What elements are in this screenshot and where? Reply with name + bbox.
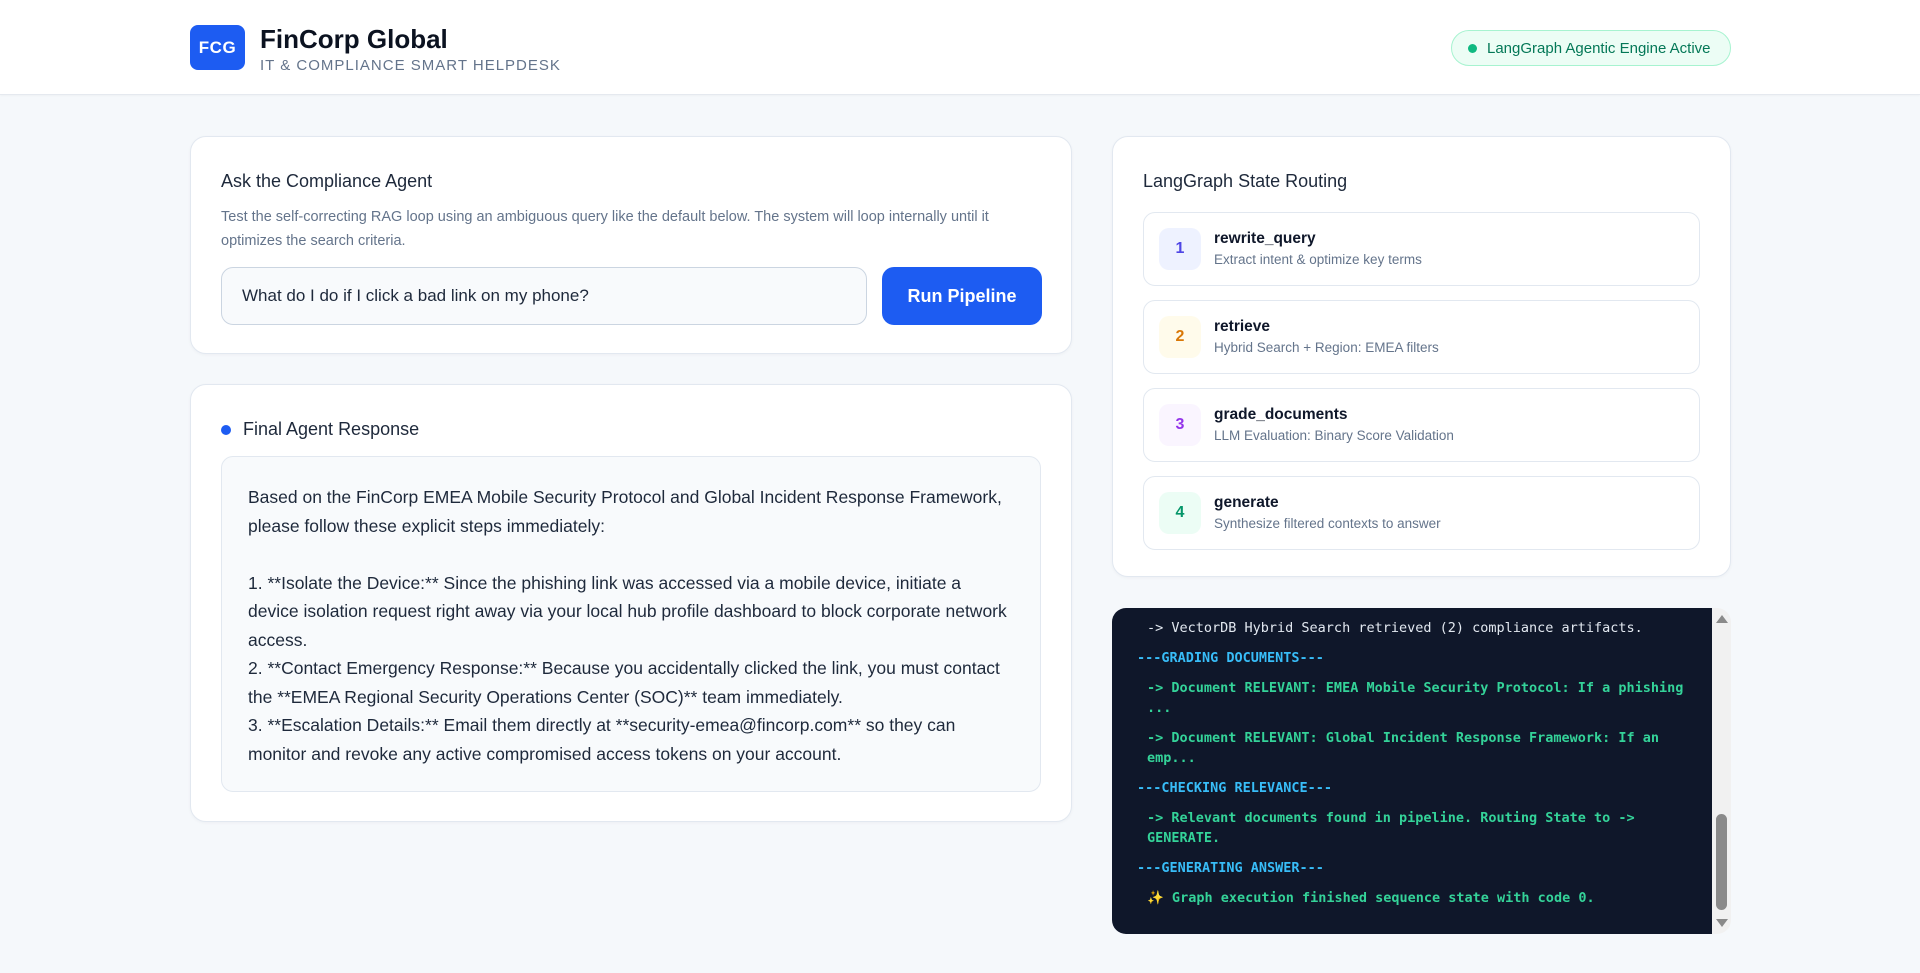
step-description: Synthesize filtered contexts to answer (1214, 516, 1441, 531)
log-line: ---GENERATING ANSWER--- (1137, 860, 1324, 876)
brand-subtitle: IT & COMPLIANCE SMART HELPDESK (260, 57, 561, 74)
execution-log-console[interactable]: -> VectorDB Hybrid Search retrieved (2) … (1112, 608, 1712, 934)
response-step: 1. **Isolate the Device:** Since the phi… (248, 572, 1007, 650)
step-description: Hybrid Search + Region: EMEA filters (1214, 340, 1439, 355)
step-description: Extract intent & optimize key terms (1214, 252, 1422, 267)
response-text-box: Based on the FinCorp EMEA Mobile Securit… (221, 456, 1041, 792)
step-name: rewrite_query (1214, 230, 1316, 247)
brand-title: FinCorp Global (260, 24, 448, 54)
scroll-thumb[interactable] (1716, 814, 1727, 910)
step-number-badge: 3 (1159, 404, 1201, 446)
response-step: 3. **Escalation Details:** Email them di… (248, 715, 956, 764)
logo: FCG (190, 25, 245, 70)
response-intro: Based on the FinCorp EMEA Mobile Securit… (248, 487, 1002, 536)
query-input[interactable] (221, 267, 867, 325)
engine-status-badge: LangGraph Agentic Engine Active (1451, 30, 1731, 66)
route-step-rewrite-query: 1 rewrite_query Extract intent & optimiz… (1143, 212, 1700, 286)
ask-agent-title: Ask the Compliance Agent (221, 171, 433, 191)
step-name: grade_documents (1214, 406, 1348, 423)
log-line: ---CHECKING RELEVANCE--- (1137, 780, 1333, 796)
scroll-down-arrow-icon[interactable] (1716, 919, 1728, 927)
route-step-retrieve: 2 retrieve Hybrid Search + Region: EMEA … (1143, 300, 1700, 374)
state-routing-card: LangGraph State Routing 1 rewrite_query … (1112, 136, 1731, 577)
final-response-title: Final Agent Response (243, 419, 420, 439)
step-number-badge: 4 (1159, 492, 1201, 534)
step-number-badge: 1 (1159, 228, 1201, 270)
log-line: -> Document RELEVANT: EMEA Mobile Securi… (1147, 680, 1684, 716)
step-name: retrieve (1214, 318, 1271, 335)
top-header: FCG FinCorp Global IT & COMPLIANCE SMART… (0, 0, 1920, 95)
step-number-badge: 2 (1159, 316, 1201, 358)
log-line: ---GRADING DOCUMENTS--- (1137, 650, 1324, 666)
log-line: -> Document RELEVANT: Global Incident Re… (1147, 730, 1660, 766)
log-line: -> VectorDB Hybrid Search retrieved (2) … (1147, 620, 1643, 636)
step-description: LLM Evaluation: Binary Score Validation (1214, 428, 1454, 443)
ask-agent-card: Ask the Compliance Agent Test the self-c… (190, 136, 1072, 354)
status-dot-icon (1468, 43, 1477, 53)
response-step: 2. **Contact Emergency Response:** Becau… (248, 658, 1000, 707)
route-step-grade-documents: 3 grade_documents LLM Evaluation: Binary… (1143, 388, 1700, 462)
state-routing-title: LangGraph State Routing (1143, 171, 1348, 191)
ask-agent-description: Test the self-correcting RAG loop using … (221, 209, 989, 249)
response-dot-icon (221, 424, 231, 435)
engine-status-text: LangGraph Agentic Engine Active (1487, 39, 1711, 57)
run-pipeline-button[interactable]: Run Pipeline (882, 267, 1042, 325)
final-response-header: Final Agent Response (221, 419, 419, 440)
log-line: ✨ Graph execution finished sequence stat… (1147, 890, 1595, 906)
scroll-up-arrow-icon[interactable] (1716, 615, 1728, 623)
step-name: generate (1214, 494, 1279, 511)
log-scrollbar[interactable] (1712, 608, 1731, 934)
final-response-card: Final Agent Response Based on the FinCor… (190, 384, 1072, 822)
log-line: -> Relevant documents found in pipeline.… (1147, 810, 1635, 846)
route-step-generate: 4 generate Synthesize filtered contexts … (1143, 476, 1700, 550)
